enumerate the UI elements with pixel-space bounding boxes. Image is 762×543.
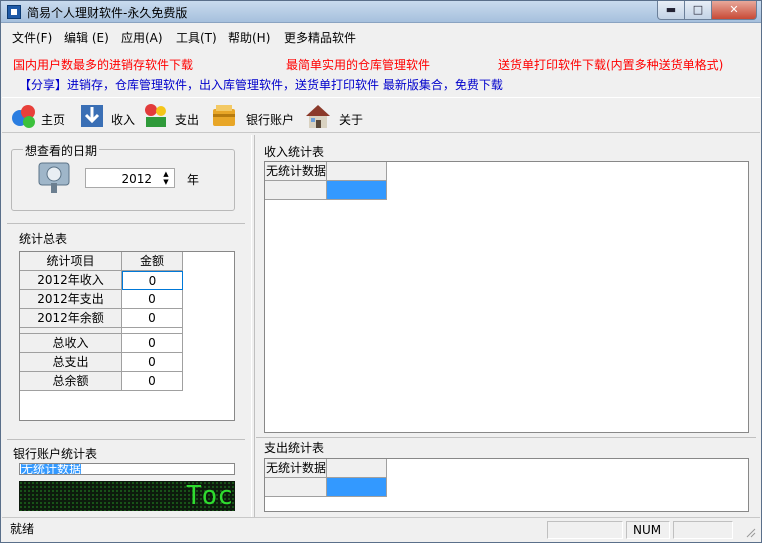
bank-account-icon xyxy=(213,105,235,126)
status-pane-empty xyxy=(547,521,623,539)
panel-splitter[interactable] xyxy=(251,135,255,517)
income-table-title: 收入统计表 xyxy=(264,145,325,159)
bank-account-list-item[interactable]: 无统计数据 xyxy=(21,464,82,474)
menu-edit[interactable]: 编辑 (E) xyxy=(64,29,109,46)
window-title: 简易个人理财软件-永久免费版 xyxy=(27,6,188,20)
ad-link-delivery[interactable]: 送货单打印软件下载(内置多种送货单格式) xyxy=(498,56,723,73)
summary-row-label: 2012年收入 xyxy=(20,271,122,290)
menu-more-software[interactable]: 更多精品软件 xyxy=(284,29,356,46)
toolbar-bank-label: 银行账户 xyxy=(246,113,295,127)
ad-link-warehouse[interactable]: 最简单实用的仓库管理软件 xyxy=(286,56,430,73)
toolbar-expense-label: 支出 xyxy=(175,113,200,127)
income-table-header: 无统计数据 xyxy=(265,162,327,181)
title-bar[interactable]: 简易个人理财软件-永久免费版 ▬ □ ✕ xyxy=(1,1,761,23)
summary-row-amount[interactable]: 0 xyxy=(122,290,183,309)
app-window: 简易个人理财软件-永久免费版 ▬ □ ✕ 文件(F) 编辑 (E) 应用(A) … xyxy=(0,0,762,543)
toolbar-home-button[interactable]: 主页 xyxy=(10,102,74,132)
year-unit-label: 年 xyxy=(187,173,200,187)
summary-row-label: 总收入 xyxy=(20,334,122,353)
expense-table-header: 无统计数据 xyxy=(265,459,327,478)
led-ticker-display: Toc xyxy=(19,481,235,511)
toolbar-bank-button[interactable]: 银行账户 xyxy=(210,102,300,132)
led-ticker-text: Toc xyxy=(186,481,233,511)
status-pane-scroll xyxy=(673,521,733,539)
income-table-header-blank xyxy=(327,162,387,181)
summary-row-amount[interactable]: 0 xyxy=(122,309,183,328)
income-table: 无统计数据 xyxy=(264,161,749,433)
income-table-selected-cell[interactable] xyxy=(327,181,387,200)
year-spinner[interactable]: 2012 ▲ ▼ xyxy=(85,168,175,188)
status-ready-text: 就绪 xyxy=(10,522,35,536)
bank-account-list[interactable]: 无统计数据 xyxy=(19,463,235,475)
toolbar-income-label: 收入 xyxy=(111,113,136,127)
date-group-title: 想查看的日期 xyxy=(23,142,100,159)
menu-apply[interactable]: 应用(A) xyxy=(121,29,163,46)
expense-table-header-blank xyxy=(327,459,387,478)
summary-header-item: 统计项目 xyxy=(20,252,122,271)
summary-separator xyxy=(7,223,245,224)
menu-help[interactable]: 帮助(H) xyxy=(228,29,270,46)
toolbar-about-label: 关于 xyxy=(339,113,364,127)
toolbar-expense-button[interactable]: 支出 xyxy=(142,102,204,132)
resize-grip-icon[interactable] xyxy=(744,526,756,538)
bank-group-title: 银行账户统计表 xyxy=(13,447,98,461)
year-value: 2012 xyxy=(121,172,152,186)
toolbar-about-button[interactable]: 关于 xyxy=(304,102,368,132)
summary-row-label: 2012年支出 xyxy=(20,290,122,309)
app-icon xyxy=(7,5,21,19)
summary-row-label: 2012年余额 xyxy=(20,309,122,328)
income-table-row-header xyxy=(265,181,327,200)
expense-table-selected-cell[interactable] xyxy=(327,478,387,497)
year-down-button[interactable]: ▼ xyxy=(159,178,173,187)
expense-separator xyxy=(256,437,756,438)
menu-tools[interactable]: 工具(T) xyxy=(176,29,217,46)
summary-header-amount: 金额 xyxy=(122,252,183,271)
status-bar: 就绪 NUM xyxy=(2,517,760,541)
summary-row-amount[interactable]: 0 xyxy=(122,372,183,391)
menu-bar: 文件(F) 编辑 (E) 应用(A) 工具(T) 帮助(H) 更多精品软件 xyxy=(2,25,760,47)
maximize-button[interactable]: □ xyxy=(684,1,712,20)
ad-link-share[interactable]: 【分享】进销存，仓库管理软件，出入库管理软件，送货单打印软件 最新版集合，免费下… xyxy=(19,76,503,93)
expense-table-row-header xyxy=(265,478,327,497)
expense-table: 无统计数据 xyxy=(264,458,749,512)
close-button[interactable]: ✕ xyxy=(711,1,757,20)
summary-table: 统计项目 金额 2012年收入 0 2012年支出 0 2012年余额 0 总收… xyxy=(19,251,235,421)
status-num-indicator: NUM xyxy=(626,521,670,539)
summary-row-amount[interactable]: 0 xyxy=(122,271,183,290)
toolbar-income-button[interactable]: 收入 xyxy=(78,102,138,132)
summary-row-amount[interactable]: 0 xyxy=(122,334,183,353)
summary-row-label: 总余额 xyxy=(20,372,122,391)
expense-table-title: 支出统计表 xyxy=(264,441,325,455)
summary-title: 统计总表 xyxy=(19,232,68,246)
toolbar: 主页 收入 支出 银行账户 关于 xyxy=(2,97,760,133)
toolbar-home-label: 主页 xyxy=(41,113,66,127)
summary-row-amount[interactable]: 0 xyxy=(122,353,183,372)
home-page-icon xyxy=(12,105,35,128)
summary-row-label: 总支出 xyxy=(20,353,122,372)
menu-file[interactable]: 文件(F) xyxy=(12,29,52,46)
about-house-icon xyxy=(306,105,330,128)
minimize-button[interactable]: ▬ xyxy=(657,1,685,20)
expense-icon xyxy=(145,104,166,127)
income-download-icon xyxy=(81,105,103,127)
calendar-query-icon xyxy=(38,162,70,193)
bank-separator xyxy=(7,439,245,440)
ad-link-inventory[interactable]: 国内用户数最多的进销存软件下载 xyxy=(13,56,193,73)
